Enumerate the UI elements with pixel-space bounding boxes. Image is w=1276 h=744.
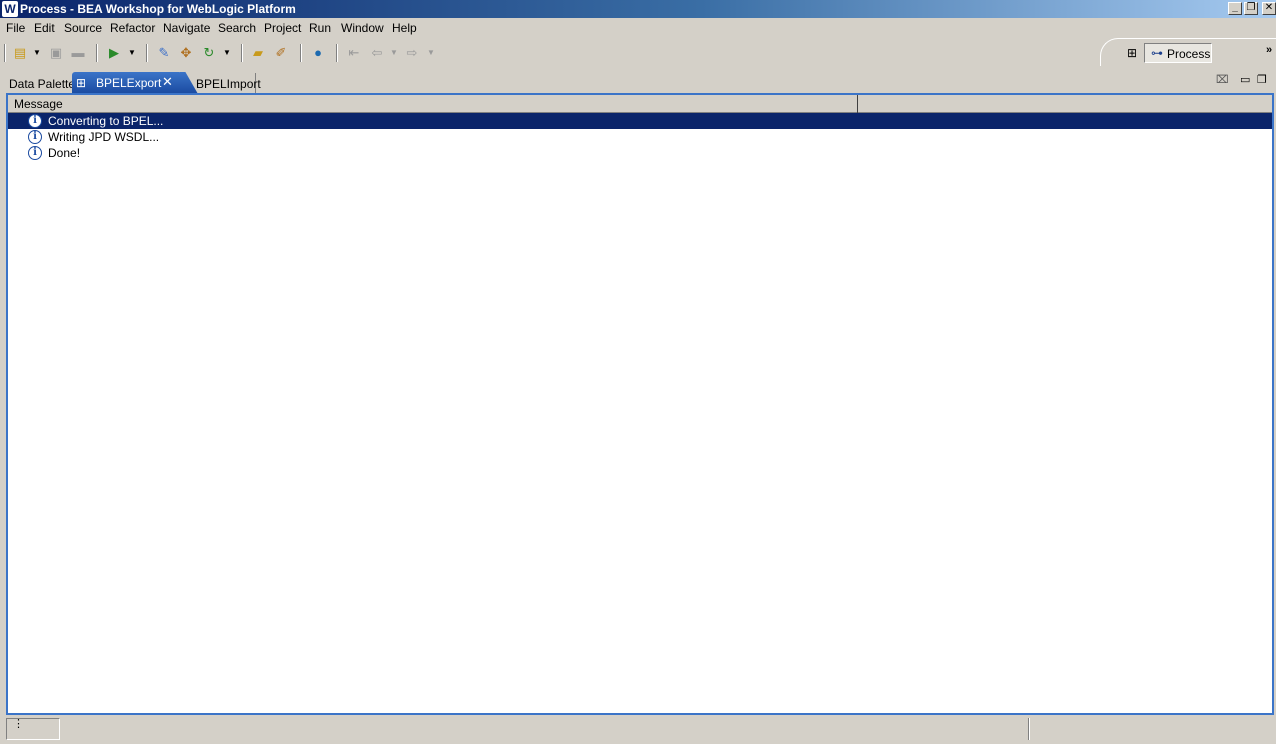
process-perspective-icon: ⊶ — [1151, 46, 1163, 60]
menu-navigate[interactable]: Navigate — [163, 21, 210, 35]
table-row[interactable]: i Converting to BPEL... — [8, 113, 1272, 129]
main-toolbar: ▤ ▼ ▣ ▬ ▶ ▼ ✎ ✥ ↻ ▼ ▰ ✐ ● ⇤ ⇦ ▼ ⇨ ▼ — [0, 38, 1276, 68]
menu-run[interactable]: Run — [309, 21, 331, 35]
toolbar-separator — [4, 44, 6, 62]
row-message: Converting to BPEL... — [48, 114, 164, 128]
build-icon[interactable]: ✥ — [178, 45, 194, 61]
toolbar-separator — [96, 44, 98, 62]
menu-search[interactable]: Search — [218, 21, 256, 35]
tab-label: BPELImport — [196, 77, 261, 91]
menu-refactor[interactable]: Refactor — [110, 21, 155, 35]
toolbar-separator — [241, 44, 243, 62]
toolbar-separator — [300, 44, 302, 62]
print-icon[interactable]: ▬ — [70, 45, 86, 61]
globe-icon[interactable]: ● — [310, 45, 326, 61]
column-header-message[interactable]: Message — [8, 95, 858, 113]
table-row[interactable]: i Done! — [8, 145, 1272, 161]
perspective-process-button[interactable]: ⊶ Process — [1144, 43, 1212, 63]
run-dropdown-arrow[interactable]: ▼ — [128, 46, 136, 60]
minimize-view-icon[interactable]: ▭ — [1240, 73, 1250, 86]
tab-bpel-export[interactable]: ⊞ BPELExport ✕ — [72, 72, 182, 94]
back-dropdown-arrow[interactable]: ▼ — [390, 46, 398, 60]
menu-file[interactable]: File — [6, 21, 25, 35]
status-divider — [1028, 718, 1030, 740]
row-message: Done! — [48, 146, 81, 160]
window-title: Process - BEA Workshop for WebLogic Plat… — [20, 2, 296, 16]
forward-dropdown-arrow[interactable]: ▼ — [427, 46, 435, 60]
table-row[interactable]: i Writing JPD WSDL... — [8, 129, 1272, 145]
fast-view-bar[interactable]: ⋮ — [6, 718, 60, 740]
tab-data-palette[interactable]: Data Palette — [6, 73, 76, 94]
toolbar-separator — [336, 44, 338, 62]
bpel-export-view: Message i Converting to BPEL... i Writin… — [6, 93, 1274, 715]
new-dropdown-arrow[interactable]: ▼ — [33, 46, 41, 60]
view-tab-row: Data Palette ⊞ BPELExport ✕ BPELImport ⌧… — [6, 70, 1274, 94]
last-edit-icon[interactable]: ⇤ — [346, 45, 362, 61]
run-icon[interactable]: ▶ — [106, 45, 122, 61]
restore-button[interactable]: ❐ — [1244, 2, 1258, 15]
maximize-view-icon[interactable]: ❐ — [1257, 73, 1267, 86]
menu-window[interactable]: Window — [341, 21, 384, 35]
open-perspective-icon[interactable]: ⊞ — [1124, 44, 1140, 62]
column-header-label: Message — [14, 97, 63, 111]
menu-bar: File Edit Source Refactor Navigate Searc… — [0, 18, 1276, 38]
column-header-empty[interactable] — [859, 95, 1272, 113]
info-icon: i — [28, 146, 42, 160]
new-icon[interactable]: ▤ — [12, 45, 28, 61]
perspective-label: Process — [1167, 47, 1211, 61]
refresh-icon[interactable]: ↻ — [201, 45, 217, 61]
tab-label: BPELExport — [96, 76, 162, 90]
toolbar-separator — [146, 44, 148, 62]
status-bar: ⋮ — [0, 716, 1276, 744]
menu-help[interactable]: Help — [392, 21, 417, 35]
info-icon: i — [28, 130, 42, 144]
wrench-icon[interactable]: ✐ — [273, 45, 289, 61]
save-icon[interactable]: ▣ — [48, 45, 64, 61]
clear-console-icon[interactable]: ⌧ — [1216, 73, 1229, 86]
window-title-bar[interactable]: W Process - BEA Workshop for WebLogic Pl… — [0, 0, 1276, 18]
menu-source[interactable]: Source — [64, 21, 102, 35]
open-folder-icon[interactable]: ▰ — [250, 45, 266, 61]
back-icon[interactable]: ⇦ — [369, 45, 385, 61]
row-message: Writing JPD WSDL... — [48, 130, 160, 144]
open-type-icon[interactable]: ✎ — [156, 45, 172, 61]
table-header: Message — [8, 95, 1272, 113]
drag-handle-icon[interactable]: ⋮ — [13, 719, 24, 730]
menu-edit[interactable]: Edit — [34, 21, 55, 35]
refresh-dropdown-arrow[interactable]: ▼ — [223, 46, 231, 60]
tab-bpel-import[interactable]: BPELImport — [192, 73, 261, 94]
menu-project[interactable]: Project — [264, 21, 301, 35]
close-tab-icon[interactable]: ✕ — [162, 74, 173, 90]
forward-icon[interactable]: ⇨ — [404, 45, 420, 61]
app-logo-icon: W — [2, 1, 18, 17]
tab-label: Data Palette — [9, 77, 76, 91]
close-window-button[interactable]: ✕ — [1262, 2, 1276, 15]
minimize-button[interactable]: _ — [1228, 2, 1242, 15]
info-icon: i — [28, 114, 42, 128]
bpel-export-icon: ⊞ — [76, 76, 87, 90]
more-perspectives-icon[interactable]: » — [1266, 44, 1272, 56]
